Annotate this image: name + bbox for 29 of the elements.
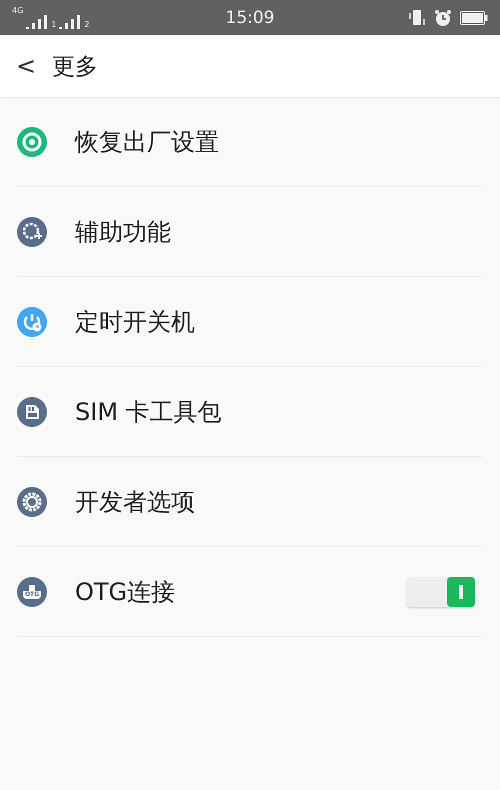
gear-plus-icon [17,216,47,246]
row-label: 恢复出厂设置 [75,126,219,158]
toggle-switch[interactable] [407,576,475,606]
settings-row[interactable]: 恢复出厂设置 [17,97,483,187]
grip-icon [459,584,463,598]
back-button[interactable]: < [14,54,38,78]
row-label: 定时开关机 [75,306,195,338]
row-label: OTG连接 [75,576,176,608]
page-title: 更多 [52,52,98,82]
network-type: 4G [12,6,24,14]
battery-icon [460,10,488,24]
settings-row[interactable]: 定时开关机 [17,277,483,367]
settings-row[interactable]: SIM 卡工具包 [17,367,483,457]
settings-row[interactable]: 开发者选项 [17,457,483,547]
alarm-icon [434,8,452,26]
sim-slot-number: 1 [51,20,56,28]
row-label: 辅助功能 [75,216,171,248]
gear-icon [17,486,47,516]
signal-icon [59,14,82,28]
sim-card-icon [17,396,47,426]
settings-row[interactable]: 辅助功能 [17,187,483,277]
power-clock-icon [17,306,47,336]
target-icon [17,126,47,156]
row-label: SIM 卡工具包 [75,396,222,428]
signal-icon [26,14,48,28]
clock-time: 15:09 [226,8,274,28]
row-label: 开发者选项 [75,486,195,518]
sim-slot-number: 2 [84,20,90,28]
vibrate-icon [408,8,426,26]
